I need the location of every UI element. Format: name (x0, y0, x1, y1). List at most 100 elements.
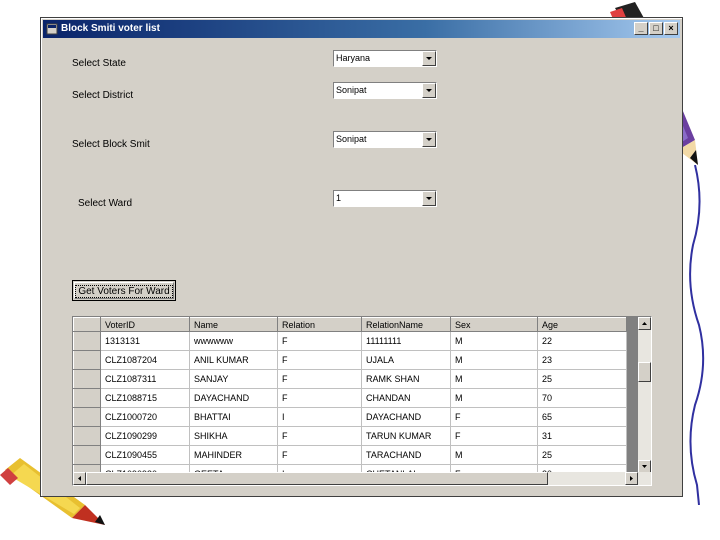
ward-dropdown[interactable]: 1 (333, 190, 437, 207)
cell-relationname[interactable]: UJALA (361, 350, 451, 370)
cell-age[interactable]: 25 (537, 369, 627, 389)
state-label: Select State (72, 58, 126, 69)
cell-relationname[interactable]: TARUN KUMAR (361, 426, 451, 446)
district-label: Select District (72, 90, 134, 101)
column-header-sex[interactable]: Sex (450, 317, 538, 332)
chevron-down-icon[interactable] (422, 191, 436, 206)
cell-voterid[interactable]: CLZ1087204 (100, 350, 190, 370)
chevron-left-icon (78, 476, 81, 481)
district-selected-value: Sonipat (336, 85, 367, 95)
column-header-voterid[interactable]: VoterID (100, 317, 190, 332)
column-header-name[interactable]: Name (189, 317, 278, 332)
cell-name[interactable]: MAHINDER (189, 445, 278, 465)
row-header[interactable] (73, 369, 101, 389)
cell-sex[interactable]: M (450, 445, 538, 465)
cell-name[interactable]: BHATTAI (189, 407, 278, 427)
chevron-down-icon[interactable] (422, 132, 436, 147)
cell-relationname[interactable]: DAYACHAND (361, 407, 451, 427)
chevron-down-icon (642, 465, 647, 468)
horizontal-scroll-thumb[interactable] (86, 472, 548, 485)
row-header[interactable] (73, 331, 101, 351)
cell-voterid[interactable]: CLZ1090455 (100, 445, 190, 465)
cell-sex[interactable]: F (450, 407, 538, 427)
vertical-scrollbar[interactable] (638, 317, 651, 473)
cell-relationname[interactable]: CHANDAN (361, 388, 451, 408)
cell-voterid[interactable]: CLZ1087311 (100, 369, 190, 389)
chevron-down-icon[interactable] (422, 51, 436, 66)
cell-sex[interactable]: M (450, 369, 538, 389)
chevron-up-icon (642, 322, 647, 325)
table-row[interactable]: CLZ1000720 BHATTAI I DAYACHAND F 65 (73, 407, 627, 427)
cell-relationname[interactable]: RAMK SHAN (361, 369, 451, 389)
state-selected-value: Haryana (336, 53, 371, 63)
voter-table: VoterID Name Relation RelationName Sex A… (73, 317, 627, 484)
cell-sex[interactable]: M (450, 350, 538, 370)
ward-selected-value: 1 (336, 193, 342, 203)
cell-sex[interactable]: M (450, 331, 538, 351)
cell-relationname[interactable]: TARACHAND (361, 445, 451, 465)
table-row[interactable]: CLZ1088715 DAYACHAND F CHANDAN M 70 (73, 388, 627, 408)
cell-age[interactable]: 23 (537, 350, 627, 370)
cell-relation[interactable]: F (277, 369, 362, 389)
scroll-left-button[interactable] (73, 472, 86, 485)
cell-voterid[interactable]: CLZ1088715 (100, 388, 190, 408)
column-header-relation[interactable]: Relation (277, 317, 362, 332)
app-icon (46, 23, 58, 35)
cell-relationname[interactable]: 11111111 (361, 331, 451, 351)
cell-sex[interactable]: F (450, 426, 538, 446)
minimize-button[interactable]: _ (634, 22, 648, 35)
cell-voterid[interactable]: 1313131 (100, 331, 190, 351)
cell-voterid[interactable]: CLZ1090299 (100, 426, 190, 446)
state-dropdown[interactable]: Haryana (333, 50, 437, 67)
row-header[interactable] (73, 350, 101, 370)
cell-relation[interactable]: F (277, 331, 362, 351)
column-header-age[interactable]: Age (537, 317, 627, 332)
table-row[interactable]: 1313131 wwwwww F 11111111 M 22 (73, 331, 627, 351)
table-row[interactable]: CLZ1090455 MAHINDER F TARACHAND M 25 (73, 445, 627, 465)
block-selected-value: Sonipat (336, 134, 367, 144)
voter-list-window: Block Smiti voter list _ □ × Select Stat… (40, 17, 683, 497)
cell-sex[interactable]: M (450, 388, 538, 408)
cell-age[interactable]: 31 (537, 426, 627, 446)
cell-age[interactable]: 65 (537, 407, 627, 427)
table-row[interactable]: CLZ1087311 SANJAY F RAMK SHAN M 25 (73, 369, 627, 389)
scroll-right-button[interactable] (625, 472, 638, 485)
cell-relation[interactable]: F (277, 445, 362, 465)
row-header[interactable] (73, 445, 101, 465)
row-header[interactable] (73, 388, 101, 408)
maximize-button[interactable]: □ (649, 22, 663, 35)
scroll-up-button[interactable] (638, 317, 651, 330)
table-row[interactable]: CLZ1087204 ANIL KUMAR F UJALA M 23 (73, 350, 627, 370)
title-bar[interactable]: Block Smiti voter list _ □ × (43, 20, 680, 38)
district-dropdown[interactable]: Sonipat (333, 82, 437, 99)
cell-name[interactable]: ANIL KUMAR (189, 350, 278, 370)
column-header-relationname[interactable]: RelationName (361, 317, 451, 332)
cell-name[interactable]: SANJAY (189, 369, 278, 389)
cell-relation[interactable]: F (277, 388, 362, 408)
vertical-scroll-thumb[interactable] (638, 362, 651, 382)
horizontal-scrollbar[interactable] (73, 472, 651, 485)
cell-age[interactable]: 22 (537, 331, 627, 351)
cell-name[interactable]: SHIKHA (189, 426, 278, 446)
block-label: Select Block Smit (72, 139, 150, 150)
voter-data-grid[interactable]: VoterID Name Relation RelationName Sex A… (72, 316, 652, 486)
row-header[interactable] (73, 426, 101, 446)
cell-age[interactable]: 25 (537, 445, 627, 465)
squiggle-decoration-right (689, 165, 705, 505)
get-voters-button-label: Get Voters For Ward (75, 285, 173, 298)
table-header-row: VoterID Name Relation RelationName Sex A… (73, 317, 627, 332)
chevron-down-icon[interactable] (422, 83, 436, 98)
cell-relation[interactable]: F (277, 426, 362, 446)
table-row[interactable]: CLZ1090299 SHIKHA F TARUN KUMAR F 31 (73, 426, 627, 446)
cell-relation[interactable]: F (277, 350, 362, 370)
chevron-right-icon (630, 476, 633, 481)
cell-name[interactable]: wwwwww (189, 331, 278, 351)
close-button[interactable]: × (664, 22, 678, 35)
cell-voterid[interactable]: CLZ1000720 (100, 407, 190, 427)
row-header[interactable] (73, 407, 101, 427)
get-voters-button[interactable]: Get Voters For Ward (72, 280, 176, 301)
cell-age[interactable]: 70 (537, 388, 627, 408)
cell-name[interactable]: DAYACHAND (189, 388, 278, 408)
block-dropdown[interactable]: Sonipat (333, 131, 437, 148)
cell-relation[interactable]: I (277, 407, 362, 427)
